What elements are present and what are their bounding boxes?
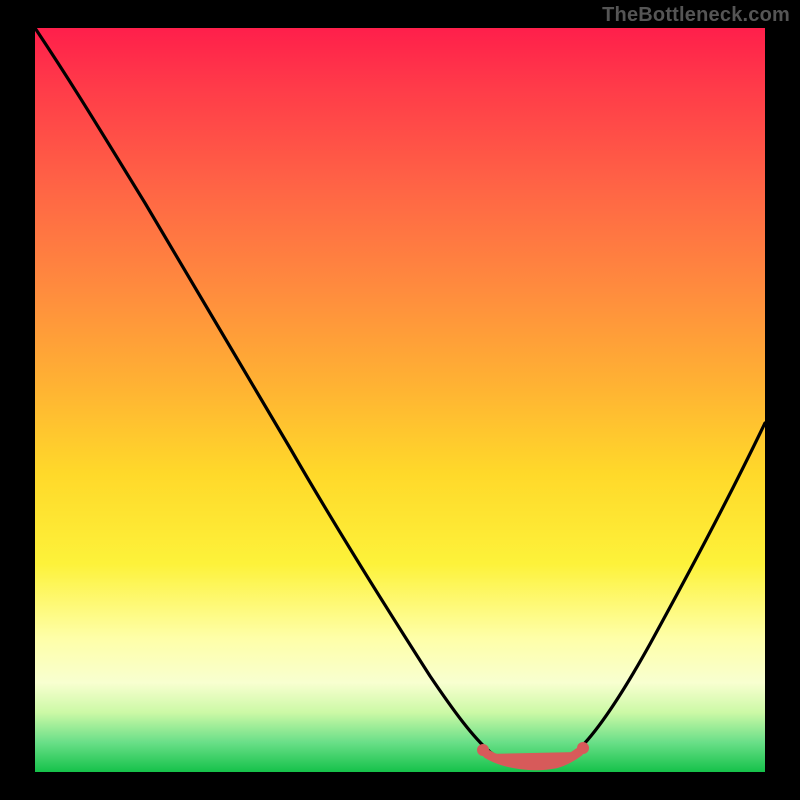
marker-cluster [487, 752, 579, 766]
marker-dot-left [477, 744, 489, 756]
bottleneck-curve [35, 28, 765, 767]
plot-area [35, 28, 765, 772]
curve-svg [35, 28, 765, 772]
watermark-text: TheBottleneck.com [602, 4, 790, 27]
chart-frame: TheBottleneck.com [0, 0, 800, 800]
marker-dot-right [577, 742, 589, 754]
